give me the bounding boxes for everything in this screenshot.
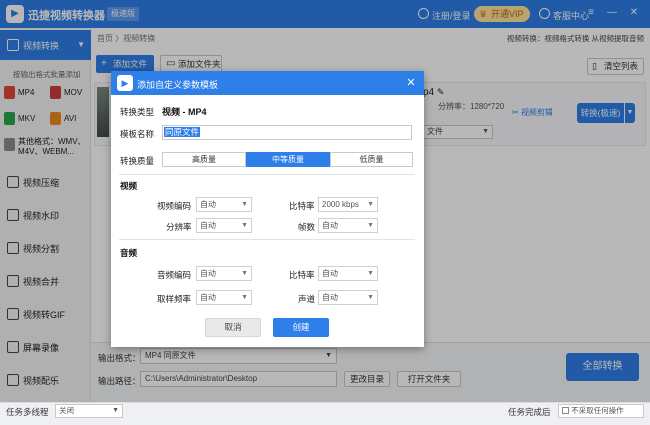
dialog-title: 添加自定义参数模板 [137, 80, 219, 90]
after-done-label: 任务完成后 [508, 407, 551, 417]
quality-medium-option[interactable]: 中等质量 [246, 152, 330, 167]
chevron-down-icon: ▼ [241, 222, 248, 229]
frame-rate-select[interactable]: 自动 ▼ [318, 218, 378, 233]
audio-codec-select[interactable]: 自动 ▼ [196, 266, 252, 281]
video-codec-select[interactable]: 自动 ▼ [196, 197, 252, 212]
chevron-down-icon: ▼ [241, 201, 248, 208]
chevron-down-icon: ▼ [367, 294, 374, 301]
chevron-down-icon: ▼ [112, 407, 119, 414]
multithread-value: 关闭 [59, 406, 74, 415]
quality-label: 转换质量 [120, 156, 155, 166]
divider [119, 174, 415, 175]
chevron-down-icon: ▼ [367, 222, 374, 229]
audio-codec-label: 音频编码 [157, 270, 192, 280]
sample-rate-label: 取样频率 [157, 294, 192, 304]
custom-template-dialog: ▶ 添加自定义参数模板 ✕ 转换类型 视频 - MP4 模板名称 同原文件 转换… [111, 71, 424, 347]
convert-type-label: 转换类型 [120, 107, 155, 117]
resolution-select[interactable]: 自动 ▼ [196, 218, 252, 233]
after-done-select[interactable]: 不采取任何操作 [558, 404, 644, 418]
cancel-button[interactable]: 取消 [205, 318, 261, 337]
frame-rate-value: 自动 [322, 221, 338, 230]
audio-codec-value: 自动 [200, 269, 216, 278]
channel-value: 自动 [322, 293, 338, 302]
create-button[interactable]: 创建 [273, 318, 329, 337]
template-name-input[interactable]: 同原文件 [162, 125, 412, 140]
chevron-down-icon: ▼ [367, 270, 374, 277]
chevron-down-icon: ▼ [241, 294, 248, 301]
audio-bitrate-label: 比特率 [289, 270, 315, 280]
video-section-title: 视频 [120, 181, 138, 191]
template-name-label: 模板名称 [120, 129, 155, 139]
audio-section-title: 音频 [120, 248, 138, 258]
convert-type-value: 视频 - MP4 [162, 107, 207, 117]
quality-high-option[interactable]: 高质量 [162, 152, 246, 167]
template-name-value: 同原文件 [164, 127, 201, 137]
video-bitrate-select[interactable]: 2000 kbps ▼ [318, 197, 378, 212]
resolution-value: 自动 [200, 221, 216, 230]
quality-low-option[interactable]: 低质量 [330, 152, 413, 167]
dialog-close-icon[interactable]: ✕ [405, 76, 417, 89]
multithread-label: 任务多线程 [6, 407, 49, 417]
chevron-down-icon: ▼ [367, 201, 374, 208]
audio-bitrate-select[interactable]: 自动 ▼ [318, 266, 378, 281]
dialog-logo-icon: ▶ [117, 75, 133, 91]
video-bitrate-value: 2000 kbps [322, 200, 359, 209]
divider [119, 239, 415, 240]
video-bitrate-label: 比特率 [289, 201, 315, 211]
dialog-header: ▶ 添加自定义参数模板 ✕ [111, 71, 424, 95]
video-codec-label: 视频编码 [157, 201, 192, 211]
chevron-down-icon: ▼ [241, 270, 248, 277]
channel-label: 声道 [298, 294, 316, 304]
after-done-value: 不采取任何操作 [571, 406, 624, 415]
sample-rate-select[interactable]: 自动 ▼ [196, 290, 252, 305]
checkbox-icon [562, 407, 569, 414]
video-codec-value: 自动 [200, 200, 216, 209]
frame-rate-label: 帧数 [298, 222, 316, 232]
resolution-label: 分辨率 [166, 222, 192, 232]
audio-bitrate-value: 自动 [322, 269, 338, 278]
channel-select[interactable]: 自动 ▼ [318, 290, 378, 305]
sample-rate-value: 自动 [200, 293, 216, 302]
multithread-select[interactable]: 关闭 ▼ [55, 404, 123, 418]
